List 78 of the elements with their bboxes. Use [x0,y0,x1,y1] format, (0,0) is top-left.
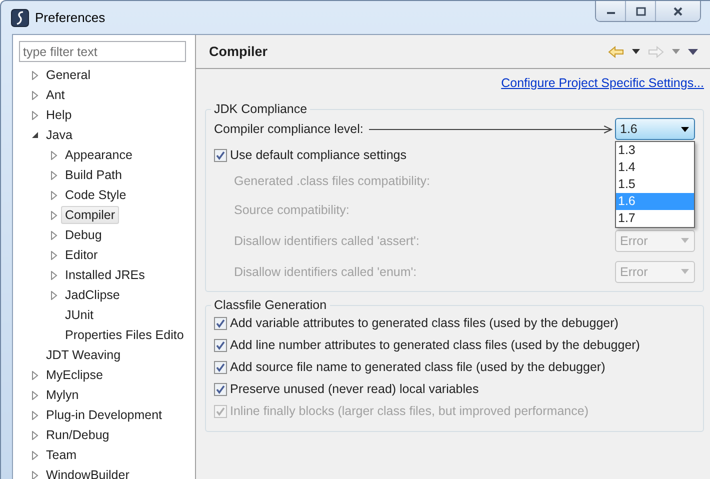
collapsed-triangle-icon[interactable] [31,430,39,440]
tree-item[interactable]: Build Path [61,166,126,184]
tree-item[interactable]: Properties Files Edito [61,326,188,344]
close-button[interactable] [655,1,700,21]
collapsed-triangle-icon[interactable] [31,370,39,380]
checkbox-label: Inline finally blocks (larger class files, but improved performance) [230,404,588,418]
tree-item[interactable]: Run/Debug [42,426,114,444]
minimize-button[interactable] [596,1,625,21]
tree-item[interactable]: WindowBuilder [42,466,134,479]
tree-item[interactable]: Code Style [61,186,130,204]
tree-item[interactable]: Editor [61,246,102,264]
field-label: Disallow identifiers called 'assert': [234,234,420,248]
checkbox[interactable] [214,382,227,396]
filter-field[interactable]: type filter text [19,41,186,62]
close-icon [673,6,683,16]
configure-link[interactable]: Configure Project Specific Settings... [501,76,704,90]
checkbox[interactable] [214,338,227,352]
field-label: Disallow identifiers called 'enum': [234,264,417,278]
dropdown-option[interactable]: 1.3 [616,142,694,159]
tree-item[interactable]: Team [42,446,81,464]
checkbox-label: Preserve unused (never read) local variables [230,382,479,396]
app-icon [11,8,29,26]
dropdown-option[interactable]: 1.4 [616,159,694,176]
tree-item[interactable]: Mylyn [42,386,83,404]
tree-item[interactable]: JUnit [61,306,98,324]
dropdown-caret-icon [681,238,689,243]
dropdown-caret-icon[interactable] [632,49,640,54]
collapsed-triangle-icon[interactable] [50,270,58,280]
collapsed-triangle-icon[interactable] [50,250,58,260]
field-label: Compiler compliance level: [214,122,364,136]
checkbox-label: Add source file name to generated class file (used by the debugger) [230,360,606,374]
group-title: JDK Compliance [213,102,308,116]
checkbox[interactable] [214,148,227,162]
maximize-icon [636,6,646,16]
checkbox-label: Use default compliance settings [230,148,406,162]
collapsed-triangle-icon[interactable] [50,230,58,240]
checkbox[interactable] [214,360,227,374]
collapsed-triangle-icon[interactable] [50,210,58,220]
field-label: Generated .class files compatibility: [234,174,430,188]
collapsed-triangle-icon[interactable] [50,190,58,200]
collapsed-triangle-icon[interactable] [50,150,58,160]
dropdown-option[interactable]: 1.5 [616,176,694,193]
tree-item[interactable]: JDT Weaving [42,346,125,364]
collapsed-triangle-icon[interactable] [31,470,39,479]
tree-item[interactable]: Appearance [61,146,136,164]
tree-item[interactable]: Plug-in Development [42,406,166,424]
field-label: Source compatibility: [234,202,350,216]
expanded-triangle-icon[interactable] [31,131,39,139]
page-title: Compiler [209,44,269,59]
collapsed-triangle-icon[interactable] [31,390,39,400]
tree-item[interactable]: General [42,66,94,84]
tree-item[interactable]: Debug [61,226,106,244]
tree-item[interactable]: JadClipse [61,286,124,304]
compliance-dropdown[interactable]: 1.6 [615,118,695,140]
group-title: Classfile Generation [213,298,328,312]
tree-item[interactable]: Help [42,106,76,124]
collapsed-triangle-icon[interactable] [31,410,39,420]
dropdown-caret-icon [681,126,689,132]
dropdown-option[interactable]: 1.7 [616,210,694,227]
collapsed-triangle-icon[interactable] [31,70,39,80]
view-menu-icon[interactable] [688,48,698,54]
checkbox-label: Add variable attributes to generated class files (used by the debugger) [230,316,618,330]
checkbox[interactable] [214,316,227,330]
tree-item[interactable]: Ant [42,86,69,104]
collapsed-triangle-icon[interactable] [50,170,58,180]
maximize-button[interactable] [625,1,655,21]
tree-item[interactable]: Java [42,126,76,144]
window-title: Preferences [35,10,106,25]
collapsed-triangle-icon[interactable] [31,450,39,460]
checkbox-label: Add line number attributes to generated class files (used by the debugger) [230,338,640,352]
collapsed-triangle-icon[interactable] [50,290,58,300]
back-arrow-icon[interactable] [608,46,624,58]
dropdown-caret-icon [680,269,689,274]
tree-item[interactable]: MyEclipse [42,366,107,384]
tree-item[interactable]: Installed JREs [61,266,149,284]
tree-item[interactable]: Compiler [61,206,120,224]
collapsed-triangle-icon[interactable] [31,110,39,120]
collapsed-triangle-icon[interactable] [31,90,39,100]
